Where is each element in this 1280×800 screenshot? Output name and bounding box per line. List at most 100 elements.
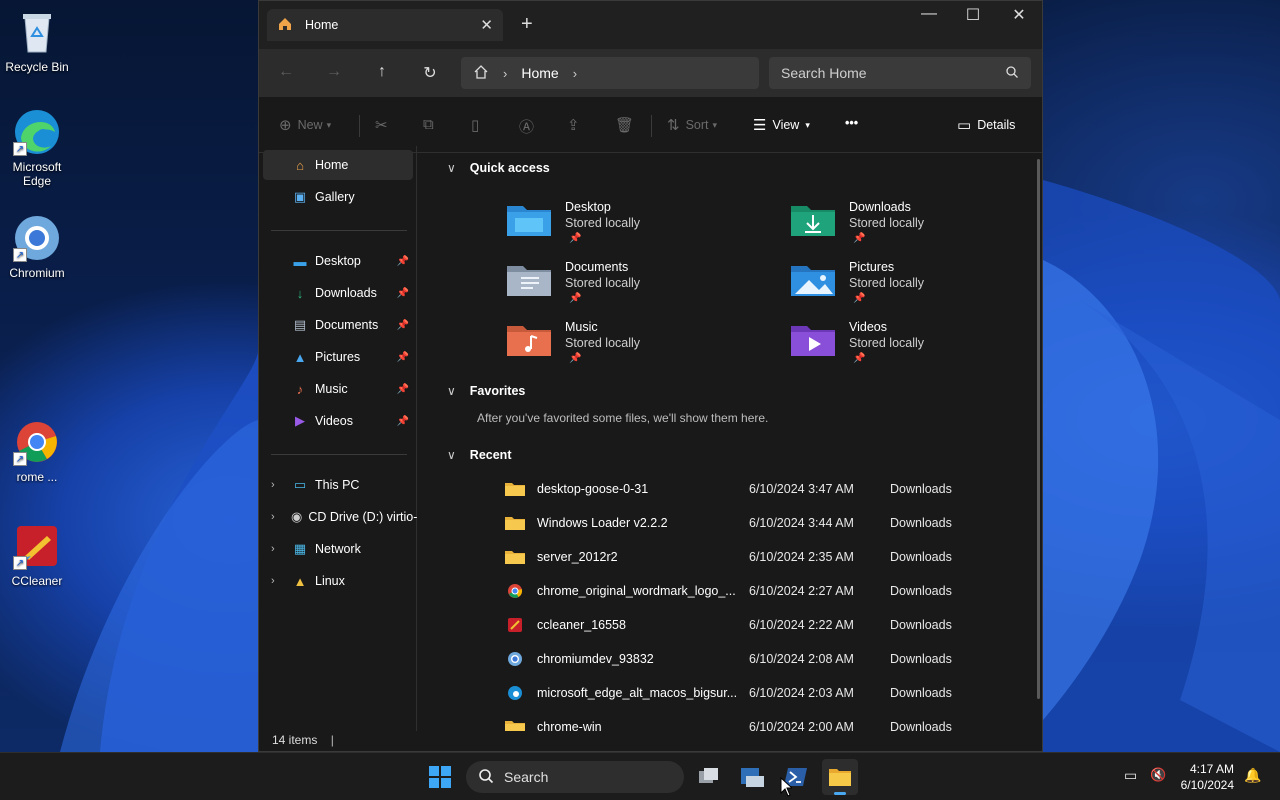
chevron-right-icon[interactable]: › [271,575,275,587]
quick-access-item-music[interactable]: Music Stored locally 📌 [507,316,707,372]
recent-row[interactable]: Windows Loader v2.2.2 6/10/2024 3:44 AM … [505,506,965,540]
desktop-icon-label: Microsoft Edge [12,160,62,188]
delete-button[interactable]: 🗑 [615,116,640,134]
pin-icon: 📌 [396,351,409,363]
sidebar-item-documents[interactable]: ▤ Documents 📌 [263,310,413,340]
volume-muted-icon[interactable]: 🔇 [1150,767,1166,783]
folder-icon [505,551,525,564]
task-view-button[interactable] [690,759,726,795]
sidebar-item-cd-drive[interactable]: › ◉ CD Drive (D:) virtio- [263,502,417,532]
desktop-folder-icon: ▬ [293,253,307,269]
sidebar-item-network[interactable]: › ▦ Network [263,534,413,564]
chrome-icon: ↗ [13,418,61,466]
forward-button[interactable]: → [323,63,345,85]
pin-icon: 📌 [569,353,582,364]
home-icon: ⌂ [296,157,304,173]
shortcut-arrow-icon: ↗ [13,452,27,466]
chevron-right-icon[interactable]: › [271,543,275,555]
status-bar: 14 items | [259,731,1042,751]
vertical-scrollbar[interactable] [1037,159,1040,699]
sidebar-item-pictures[interactable]: ▲ Pictures 📌 [263,342,413,372]
view-button[interactable]: ☰ View ▾ [753,116,810,134]
folder-icon [505,517,525,530]
paste-button[interactable]: ▯ [471,116,485,134]
desktop-icon-edge[interactable]: ↗ Microsoft Edge [0,108,74,188]
cut-button[interactable]: ✂ [375,116,394,134]
recent-row[interactable]: ccleaner_16558 6/10/2024 2:22 AM Downloa… [505,608,965,642]
notification-icon[interactable]: 🔔 [1244,767,1261,784]
sidebar-item-desktop[interactable]: ▬ Desktop 📌 [263,246,413,276]
chevron-right-icon[interactable]: › [271,511,275,523]
tab-home[interactable]: Home ✕ [267,9,503,41]
title-bar: Home ✕ + — ☐ ✕ [259,1,1042,49]
quick-access-item-videos[interactable]: Videos Stored locally 📌 [791,316,991,372]
recent-row[interactable]: chromiumdev_93832 6/10/2024 2:08 AM Down… [505,642,965,676]
command-bar: ⊕ New ▾ ✂ ⧉ ▯ Ⓐ ⇪ 🗑 ⇅ Sort ▾ ☰ View ▾ ••… [259,97,1042,153]
details-button[interactable]: ▭ Details [957,116,1015,134]
quick-access-item-desktop[interactable]: Desktop Stored locally 📌 [507,196,707,252]
taskbar-app-file-explorer[interactable] [822,759,858,795]
close-tab-icon[interactable]: ✕ [480,16,493,34]
chevron-down-icon: ∨ [447,384,456,398]
rename-button[interactable]: Ⓐ [519,116,540,137]
minimize-button[interactable]: — [907,5,951,23]
taskbar-app-server-manager[interactable] [734,759,770,795]
quick-access-item-downloads[interactable]: Downloads Stored locally 📌 [791,196,991,252]
sidebar-item-this-pc[interactable]: › ▭ This PC [263,470,413,500]
folder-icon [829,769,851,795]
sidebar-item-home[interactable]: ⌂ Home [263,150,413,180]
home-icon [473,64,489,83]
server-manager-icon [741,768,764,787]
sidebar-item-gallery[interactable]: ▣ Gallery [263,182,413,212]
breadcrumb[interactable]: Home [521,65,558,81]
section-favorites[interactable]: ∨ Favorites [447,384,525,398]
display-icon[interactable]: ▭ [1124,767,1137,784]
sort-button[interactable]: ⇅ Sort ▾ [667,116,717,134]
recent-row[interactable]: microsoft_edge_alt_macos_bigsur... 6/10/… [505,676,965,710]
sidebar-item-music[interactable]: ♪ Music 📌 [263,374,413,404]
copy-icon: ⧉ [423,116,434,133]
refresh-button[interactable]: ↻ [419,63,441,85]
pin-icon: 📌 [396,287,409,299]
section-recent[interactable]: ∨ Recent [447,448,511,462]
quick-access-item-documents[interactable]: Documents Stored locally 📌 [507,256,707,312]
share-button[interactable]: ⇪ [567,116,586,134]
chevron-right-icon[interactable]: › [573,66,577,81]
desktop-icon-ccleaner[interactable]: ↗ CCleaner [0,522,74,588]
navigation-bar: ← → ↑ ↻ › Home › Search Home [259,49,1042,97]
recent-row[interactable]: chrome_original_wordmark_logo_... 6/10/2… [505,574,965,608]
desktop-icon-chrome[interactable]: ↗ rome ... [0,418,74,484]
pin-icon: 📌 [853,293,866,304]
search-input[interactable]: Search Home [769,57,1031,89]
favorites-empty-note: After you've favorited some files, we'll… [477,411,769,425]
desktop-icon-chromium[interactable]: ↗ Chromium [0,214,74,280]
sidebar-item-videos[interactable]: ▶ Videos 📌 [263,406,413,436]
close-button[interactable]: ✕ [997,5,1041,25]
copy-button[interactable]: ⧉ [423,116,440,133]
recent-row[interactable]: chrome-win 6/10/2024 2:00 AM Downloads [505,710,965,731]
clipboard-icon: ▯ [471,117,480,134]
sidebar-item-linux[interactable]: › ▲ Linux [263,566,413,596]
up-button[interactable]: ↑ [371,63,393,85]
new-button[interactable]: ⊕ New ▾ [279,116,331,134]
linux-icon: ▲ [293,573,307,589]
address-bar[interactable]: › Home › [461,57,759,89]
back-button[interactable]: ← [275,63,297,85]
chevron-right-icon[interactable]: › [271,479,275,491]
quick-access-item-pictures[interactable]: Pictures Stored locally 📌 [791,256,991,312]
navigation-pane: ⌂ Home ▣ Gallery ▬ Desktop 📌 ↓ Downloads… [259,146,417,731]
sidebar-item-downloads[interactable]: ↓ Downloads 📌 [263,278,413,308]
recent-row[interactable]: server_2012r2 6/10/2024 2:35 AM Download… [505,540,965,574]
system-clock[interactable]: 4:17 AM 6/10/2024 [1181,761,1234,793]
new-tab-button[interactable]: + [521,13,533,36]
section-quick-access[interactable]: ∨ Quick access [447,161,550,175]
start-button[interactable] [422,759,458,795]
maximize-button[interactable]: ☐ [951,5,995,25]
pin-icon: 📌 [569,233,582,244]
taskbar-search[interactable]: Search [466,761,684,793]
desktop-icon-recycle-bin[interactable]: Recycle Bin [0,8,74,74]
pictures-folder-icon [791,266,835,296]
recent-row[interactable]: desktop-goose-0-31 6/10/2024 3:47 AM Dow… [505,472,965,506]
more-options-button[interactable]: ••• [845,116,858,130]
desktop-icon-label: Chromium [9,266,65,280]
